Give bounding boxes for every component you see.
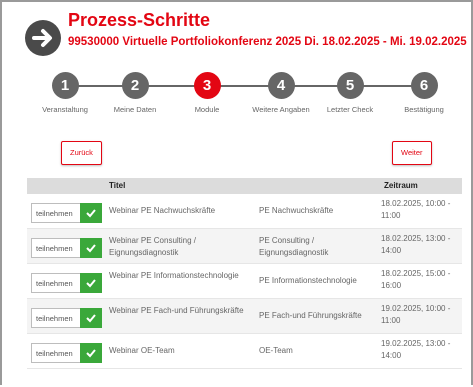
- event-subtitle: 99530000 Virtuelle Portfoliokonferenz 20…: [68, 36, 467, 48]
- step-number: 3: [193, 72, 221, 99]
- join-toggle[interactable]: teilnehmen: [31, 343, 102, 363]
- module-title: Webinar OE-Team: [109, 346, 175, 355]
- step-3-active[interactable]: 3 Module: [170, 72, 244, 114]
- join-toggle[interactable]: teilnehmen: [31, 203, 102, 223]
- table-row: teilnehmen Webinar PE Fach-und Führungsk…: [27, 299, 462, 334]
- step-6[interactable]: 6 Bestätigung: [387, 72, 461, 114]
- step-5[interactable]: 5 Letzter Check: [313, 72, 387, 114]
- table-header: Titel Zeitraum: [27, 178, 462, 194]
- step-number: 4: [267, 72, 295, 99]
- module-time: 18.02.2025, 10:00 - 11:00: [381, 199, 451, 220]
- module-description: PE Fach-und Führungskräfte: [259, 311, 362, 320]
- module-time: 19.02.2025, 13:00 - 14:00: [381, 339, 451, 360]
- column-header-zeitraum: Zeitraum: [384, 181, 418, 190]
- page-title: Prozess-Schritte: [68, 10, 211, 30]
- back-arrow-icon[interactable]: [25, 20, 61, 56]
- module-time: 18.02.2025, 13:00 - 14:00: [381, 234, 451, 255]
- module-title: Webinar PE Fach-und Führungskräfte: [109, 306, 244, 315]
- step-label: Letzter Check: [326, 105, 374, 114]
- module-description: OE-Team: [259, 346, 293, 355]
- table-row: teilnehmen Webinar OE-Team OE-Team 19.02…: [27, 334, 462, 369]
- step-label: Bestätigung: [404, 105, 444, 114]
- join-label: teilnehmen: [36, 349, 73, 358]
- module-title: Webinar PE Informationstechnologie: [109, 271, 239, 280]
- module-time: 18.02.2025, 15:00 - 16:00: [381, 269, 451, 290]
- step-1[interactable]: 1 Veranstaltung: [28, 72, 102, 114]
- checkmark-icon[interactable]: [80, 203, 102, 223]
- module-description: PE Informationstechnologie: [259, 276, 357, 285]
- back-button[interactable]: Zurück: [61, 141, 102, 165]
- column-header-titel: Titel: [109, 181, 126, 190]
- step-label: Weitere Angaben: [252, 105, 310, 114]
- module-time: 19.02.2025, 10:00 - 11:00: [381, 304, 451, 325]
- module-title: Webinar PE Consulting / Eignungsdiagnost…: [109, 236, 197, 257]
- checkmark-icon[interactable]: [80, 308, 102, 328]
- module-title: Webinar PE Nachwuchskräfte: [109, 206, 216, 215]
- step-number: 1: [51, 72, 79, 99]
- step-2[interactable]: 2 Meine Daten: [98, 72, 172, 114]
- step-4[interactable]: 4 Weitere Angaben: [244, 72, 318, 114]
- step-label: Module: [194, 105, 220, 114]
- join-label: teilnehmen: [36, 244, 73, 253]
- checkmark-icon[interactable]: [80, 343, 102, 363]
- checkmark-icon[interactable]: [80, 238, 102, 258]
- join-label: teilnehmen: [36, 209, 73, 218]
- join-toggle[interactable]: teilnehmen: [31, 238, 102, 258]
- step-number: 5: [336, 72, 364, 99]
- table-row: teilnehmen Webinar PE Informationstechno…: [27, 264, 462, 299]
- table-row: teilnehmen Webinar PE Nachwuchskräfte PE…: [27, 194, 462, 229]
- module-description: PE Nachwuchskräfte: [259, 206, 334, 215]
- join-label: teilnehmen: [36, 314, 73, 323]
- step-number: 2: [121, 72, 149, 99]
- checkmark-icon[interactable]: [80, 273, 102, 293]
- join-label: teilnehmen: [36, 279, 73, 288]
- table-row: teilnehmen Webinar PE Consulting / Eignu…: [27, 229, 462, 264]
- next-button[interactable]: Weiter: [392, 141, 432, 165]
- step-label: Meine Daten: [113, 105, 157, 114]
- join-toggle[interactable]: teilnehmen: [31, 308, 102, 328]
- step-label: Veranstaltung: [42, 105, 88, 114]
- step-number: 6: [410, 72, 438, 99]
- module-description: PE Consulting / Eignungsdiagnostik: [259, 236, 329, 257]
- join-toggle[interactable]: teilnehmen: [31, 273, 102, 293]
